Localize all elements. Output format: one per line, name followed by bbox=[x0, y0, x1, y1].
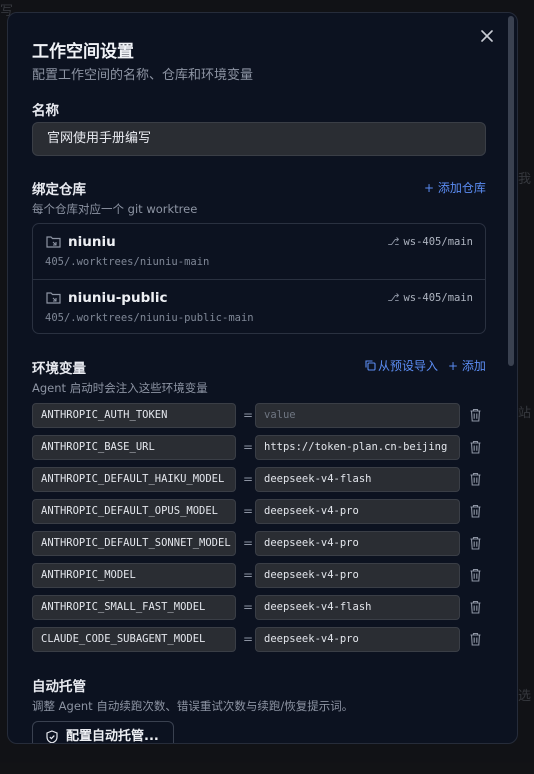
configure-auto-button[interactable]: 配置自动托管... bbox=[32, 721, 174, 744]
equals-sign: = bbox=[242, 504, 254, 518]
env-row: ANTHROPIC_DEFAULT_HAIKU_MODEL = deepseek… bbox=[32, 467, 486, 492]
auto-section-label: 自动托管 bbox=[32, 679, 86, 695]
equals-sign: = bbox=[242, 472, 254, 486]
env-value-input[interactable]: deepseek-v4-pro bbox=[255, 627, 460, 652]
env-value-input[interactable]: deepseek-v4-pro bbox=[255, 499, 460, 524]
repo-list: niuniu 405/.worktrees/niuniu-main ⎇ ws-40… bbox=[32, 223, 486, 334]
repo-branch: ⎇ ws-405/main bbox=[387, 236, 473, 248]
env-value-input[interactable]: deepseek-v4-flash bbox=[255, 595, 460, 620]
dialog-subtitle: 配置工作空间的名称、仓库和环境变量 bbox=[32, 68, 254, 83]
dialog-title: 工作空间设置 bbox=[32, 42, 134, 62]
scrollbar-thumb[interactable] bbox=[508, 16, 514, 366]
git-branch-icon: ⎇ bbox=[387, 292, 400, 304]
env-key-input[interactable]: ANTHROPIC_SMALL_FAST_MODEL bbox=[32, 595, 236, 620]
env-value-input[interactable]: value bbox=[255, 403, 460, 428]
repo-path: 405/.worktrees/niuniu-public-main bbox=[45, 312, 254, 324]
equals-sign: = bbox=[242, 600, 254, 614]
equals-sign: = bbox=[242, 568, 254, 582]
shield-check-icon bbox=[46, 730, 58, 743]
env-key-input[interactable]: ANTHROPIC_BASE_URL bbox=[32, 435, 236, 460]
repo-name: niuniu bbox=[68, 234, 116, 250]
trash-icon[interactable] bbox=[469, 472, 482, 486]
configure-auto-label: 配置自动托管... bbox=[66, 729, 159, 744]
add-env-button[interactable]: + 添加 bbox=[448, 357, 486, 374]
trash-icon[interactable] bbox=[469, 600, 482, 614]
env-value-input[interactable]: https://token-plan.cn-beijing bbox=[255, 435, 460, 460]
repo-item[interactable]: niuniu 405/.worktrees/niuniu-main ⎇ ws-40… bbox=[33, 224, 485, 279]
close-button[interactable] bbox=[478, 27, 496, 45]
equals-sign: = bbox=[242, 536, 254, 550]
name-label: 名称 bbox=[32, 103, 59, 119]
trash-icon[interactable] bbox=[469, 440, 482, 454]
trash-icon[interactable] bbox=[469, 504, 482, 518]
git-branch-icon: ⎇ bbox=[387, 236, 400, 248]
import-preset-button[interactable]: 从预设导入 bbox=[365, 357, 438, 374]
folder-link-icon bbox=[46, 292, 61, 304]
env-key-input[interactable]: ANTHROPIC_DEFAULT_OPUS_MODEL bbox=[32, 499, 236, 524]
trash-icon[interactable] bbox=[469, 568, 482, 582]
trash-icon[interactable] bbox=[469, 632, 482, 646]
env-key-input[interactable]: ANTHROPIC_AUTH_TOKEN bbox=[32, 403, 236, 428]
env-key-input[interactable]: ANTHROPIC_DEFAULT_HAIKU_MODEL bbox=[32, 467, 236, 492]
folder-link-icon bbox=[46, 236, 61, 248]
equals-sign: = bbox=[242, 632, 254, 646]
env-row: ANTHROPIC_DEFAULT_SONNET_MODEL = deepsee… bbox=[32, 531, 486, 556]
env-row: ANTHROPIC_AUTH_TOKEN = value bbox=[32, 403, 486, 428]
repo-branch: ⎇ ws-405/main bbox=[387, 292, 473, 304]
import-preset-label: 从预设导入 bbox=[378, 359, 439, 373]
env-value-input[interactable]: deepseek-v4-pro bbox=[255, 531, 460, 556]
copy-icon bbox=[365, 360, 376, 371]
env-section-desc: Agent 启动时会注入这些环境变量 bbox=[32, 381, 208, 395]
equals-sign: = bbox=[242, 408, 254, 422]
repo-section-label: 绑定仓库 bbox=[32, 182, 86, 198]
env-key-input[interactable]: ANTHROPIC_DEFAULT_SONNET_MODEL bbox=[32, 531, 236, 556]
scrollbar[interactable] bbox=[508, 16, 514, 742]
env-section-label: 环境变量 bbox=[32, 361, 86, 377]
workspace-settings-dialog: 工作空间设置 配置工作空间的名称、仓库和环境变量 名称 官网使用手册编写 绑定仓… bbox=[7, 12, 518, 744]
trash-icon[interactable] bbox=[469, 408, 482, 422]
repo-branch-name: ws-405/main bbox=[403, 292, 473, 304]
repo-branch-name: ws-405/main bbox=[403, 236, 473, 248]
repo-section-desc: 每个仓库对应一个 git worktree bbox=[32, 202, 198, 216]
add-repo-button[interactable]: + 添加仓库 bbox=[424, 179, 486, 196]
env-value-input[interactable]: deepseek-v4-flash bbox=[255, 467, 460, 492]
auto-section-desc: 调整 Agent 自动续跑次数、错误重试次数与续跑/恢复提示词。 bbox=[32, 699, 354, 713]
workspace-name-input[interactable]: 官网使用手册编写 bbox=[32, 122, 486, 156]
env-row: CLAUDE_CODE_SUBAGENT_MODEL = deepseek-v4… bbox=[32, 627, 486, 652]
env-row: ANTHROPIC_BASE_URL = https://token-plan.… bbox=[32, 435, 486, 460]
env-value-input[interactable]: deepseek-v4-pro bbox=[255, 563, 460, 588]
env-row: ANTHROPIC_SMALL_FAST_MODEL = deepseek-v4… bbox=[32, 595, 486, 620]
repo-item[interactable]: niuniu-public 405/.worktrees/niuniu-publ… bbox=[33, 279, 485, 334]
equals-sign: = bbox=[242, 440, 254, 454]
close-icon bbox=[481, 30, 493, 42]
env-row: ANTHROPIC_DEFAULT_OPUS_MODEL = deepseek-… bbox=[32, 499, 486, 524]
repo-name: niuniu-public bbox=[68, 290, 168, 306]
env-row: ANTHROPIC_MODEL = deepseek-v4-pro bbox=[32, 563, 486, 588]
repo-path: 405/.worktrees/niuniu-main bbox=[45, 256, 210, 268]
env-key-input[interactable]: ANTHROPIC_MODEL bbox=[32, 563, 236, 588]
trash-icon[interactable] bbox=[469, 536, 482, 550]
env-key-input[interactable]: CLAUDE_CODE_SUBAGENT_MODEL bbox=[32, 627, 236, 652]
